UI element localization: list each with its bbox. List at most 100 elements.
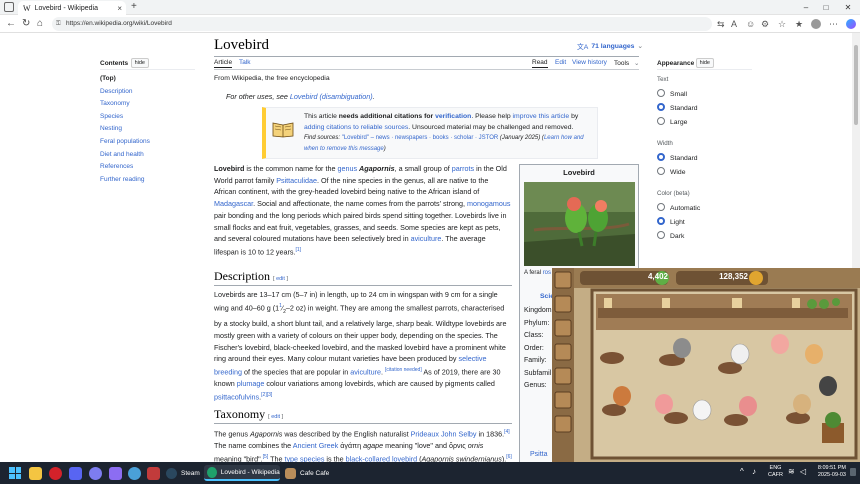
toc-item[interactable]: (Top) [100, 75, 116, 82]
input-language[interactable]: ENG CAFR [768, 465, 783, 479]
reference-sup[interactable]: [1] [296, 247, 302, 253]
tab-talk[interactable]: Talk [239, 59, 251, 66]
volume-icon[interactable]: ◁ [800, 467, 806, 476]
copilot-icon[interactable] [846, 19, 856, 29]
article-link[interactable]: psittacofulvins [214, 392, 259, 401]
infobox-bottom-link[interactable]: Psitta [530, 451, 548, 458]
toc-hide-button[interactable]: hide [130, 58, 149, 68]
taskbar-edge[interactable]: Lovebird - Wikipedia - I [204, 465, 280, 481]
browser-menu-icon[interactable] [4, 2, 14, 12]
language-button[interactable]: 文A 71 languages ⌄ [577, 41, 643, 52]
close-window-button[interactable]: ✕ [838, 0, 858, 15]
home-icon[interactable]: ⌂ [37, 17, 43, 31]
appearance-radio-option[interactable]: Small [657, 89, 687, 98]
tab-read[interactable]: Read [532, 59, 548, 68]
profile-avatar[interactable] [811, 19, 821, 29]
toc-item[interactable]: References [100, 163, 133, 170]
radio-button[interactable] [657, 103, 665, 111]
appearance-radio-option[interactable]: Wide [657, 167, 686, 176]
reference-sup[interactable]: [4] [504, 429, 510, 435]
appearance-radio-option[interactable]: Standard [657, 153, 698, 162]
sound-icon[interactable]: ♪ [752, 467, 756, 476]
appearance-radio-option[interactable]: Dark [657, 231, 684, 240]
radio-button[interactable] [657, 231, 665, 239]
appearance-radio-option[interactable]: Light [657, 217, 685, 226]
edit-link[interactable]: edit [276, 276, 285, 282]
article-link[interactable]: Prideaux John Selby [411, 429, 477, 438]
back-button[interactable]: ← [6, 17, 16, 31]
radio-button[interactable] [657, 89, 665, 97]
toc-item[interactable]: Diet and health [100, 151, 144, 158]
tab-article[interactable]: Article [214, 59, 233, 68]
article-link[interactable]: parrots [452, 164, 474, 173]
toc-item[interactable]: Further reading [100, 176, 144, 183]
appearance-radio-option[interactable]: Large [657, 117, 687, 126]
minimize-button[interactable]: – [796, 0, 816, 15]
taskbar-cafe[interactable]: Cafe Cafe [285, 465, 329, 481]
add-citations-link[interactable]: adding citations to reliable sources [304, 124, 408, 131]
tools-menu[interactable]: Tools ⌄ [614, 59, 639, 67]
app-icon[interactable] [89, 467, 102, 480]
favorite-star-icon[interactable]: ☆ [778, 18, 786, 30]
radio-button[interactable] [657, 167, 665, 175]
edit-link[interactable]: edit [271, 414, 280, 420]
article-link[interactable]: aviculture [411, 234, 442, 243]
article-link[interactable]: monogamous [467, 199, 511, 208]
maximize-button[interactable]: □ [816, 0, 836, 15]
app-icon[interactable] [128, 467, 141, 480]
app-icon[interactable] [147, 467, 160, 480]
new-tab-button[interactable]: + [131, 0, 137, 14]
disambiguation-link[interactable]: Lovebird (disambiguation) [290, 92, 373, 101]
file-explorer-icon[interactable] [29, 467, 42, 480]
browser-tab-active[interactable]: W Lovebird - Wikipedia × [18, 1, 126, 15]
article-link[interactable]: genus [337, 164, 357, 173]
article-link[interactable]: plumage [237, 379, 265, 388]
opera-icon[interactable] [49, 467, 62, 480]
reference-sup[interactable]: [2][3] [261, 392, 272, 398]
toc-item[interactable]: Feral populations [100, 138, 150, 145]
chat-icon[interactable] [109, 467, 122, 480]
emoji-icon[interactable]: ☺ [746, 18, 755, 30]
tray-chevron-icon[interactable]: ^ [740, 467, 744, 476]
edit-section-link[interactable]: [ edit ] [273, 276, 288, 282]
extension-icon[interactable]: ⚙ [761, 18, 769, 30]
improve-link[interactable]: improve this article [513, 113, 570, 120]
remove-message-link[interactable]: when to remove this message [304, 146, 384, 152]
notification-icon[interactable] [850, 468, 856, 476]
article-link[interactable]: Ancient Greek [293, 441, 339, 450]
appearance-hide-button[interactable]: hide [695, 58, 714, 68]
appearance-radio-option[interactable]: Automatic [657, 203, 700, 212]
discord-icon[interactable] [69, 467, 82, 480]
verification-link[interactable]: verification [435, 113, 471, 120]
taskbar-steam[interactable]: Steam [166, 465, 200, 481]
lovebird-photo[interactable] [524, 182, 635, 266]
edit-section-link[interactable]: [ edit ] [268, 414, 283, 420]
article-link[interactable]: type species [284, 454, 324, 462]
scrollbar-thumb[interactable] [854, 45, 858, 125]
radio-button[interactable] [657, 153, 665, 161]
article-link[interactable]: Psittaculidae [276, 176, 317, 185]
article-link[interactable]: black-collared lovebird [346, 454, 418, 462]
wifi-icon[interactable]: ≋ [788, 467, 795, 476]
radio-button[interactable] [657, 203, 665, 211]
refresh-button[interactable]: ↻ [22, 17, 30, 31]
radio-button[interactable] [657, 117, 665, 125]
reader-icon[interactable]: A [731, 18, 737, 30]
toc-item[interactable]: Species [100, 113, 123, 120]
tab-edit[interactable]: Edit [555, 59, 566, 66]
favorites-icon[interactable]: ★ [795, 18, 803, 30]
find-sources-links[interactable]: "Lovebird" – news · newspapers · books ·… [342, 135, 499, 141]
learn-how-link[interactable]: Learn how and [544, 135, 584, 141]
toc-item[interactable]: Description [100, 88, 133, 95]
radio-button[interactable] [657, 217, 665, 225]
tab-close-icon[interactable]: × [117, 4, 122, 13]
appearance-radio-option[interactable]: Standard [657, 103, 698, 112]
clock[interactable]: 8:09:51 PM 2025-09-03 [812, 465, 846, 479]
more-options-icon[interactable]: ⋯ [829, 18, 838, 30]
toc-item[interactable]: Taxonomy [100, 100, 130, 107]
article-link[interactable]: aviculture [350, 367, 381, 376]
reference-sup[interactable]: [citation needed] [385, 367, 422, 373]
tab-view-history[interactable]: View history [572, 59, 607, 66]
game-scene[interactable] [552, 268, 860, 462]
caption-link[interactable]: ros [543, 270, 551, 276]
